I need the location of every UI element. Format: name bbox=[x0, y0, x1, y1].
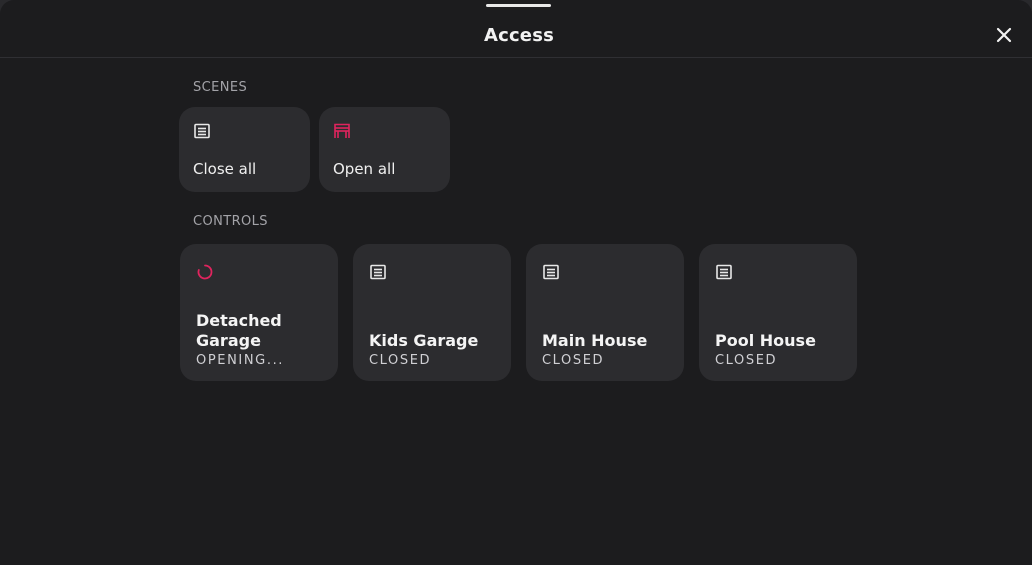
control-pool-house[interactable]: Pool House CLOSED bbox=[699, 244, 857, 381]
scene-label: Close all bbox=[193, 160, 257, 178]
garage-closed-icon bbox=[370, 264, 386, 280]
page-title: Access bbox=[483, 25, 555, 46]
close-icon bbox=[996, 27, 1012, 43]
control-kids-garage[interactable]: Kids Garage CLOSED bbox=[353, 244, 511, 381]
control-name: Main House bbox=[542, 331, 648, 350]
scene-close-all-button[interactable]: Close all bbox=[179, 107, 310, 192]
control-main-house[interactable]: Main House CLOSED bbox=[526, 244, 684, 381]
control-name: Detached Garage bbox=[196, 311, 282, 350]
control-name: Kids Garage bbox=[369, 331, 479, 350]
scenes-section-label: SCENES bbox=[193, 80, 248, 95]
access-sheet: Access SCENES Close all Open all CONTROL… bbox=[0, 0, 1032, 565]
controls-section-label: CONTROLS bbox=[193, 214, 268, 229]
control-state: CLOSED bbox=[369, 353, 432, 368]
close-button[interactable] bbox=[992, 23, 1016, 47]
scene-open-all-button[interactable]: Open all bbox=[319, 107, 450, 192]
control-state: OPENING... bbox=[196, 353, 285, 368]
control-detached-garage[interactable]: Detached Garage OPENING... bbox=[180, 244, 338, 381]
garage-closed-icon bbox=[716, 264, 732, 280]
control-state: CLOSED bbox=[542, 353, 605, 368]
garage-closed-icon bbox=[543, 264, 559, 280]
control-state: CLOSED bbox=[715, 353, 778, 368]
garage-closed-icon bbox=[194, 123, 210, 139]
garage-open-icon bbox=[334, 123, 350, 138]
sheet-header: Access bbox=[0, 0, 1032, 58]
scene-label: Open all bbox=[333, 160, 396, 178]
loading-spinner-icon bbox=[197, 264, 213, 280]
control-name: Pool House bbox=[715, 331, 816, 350]
